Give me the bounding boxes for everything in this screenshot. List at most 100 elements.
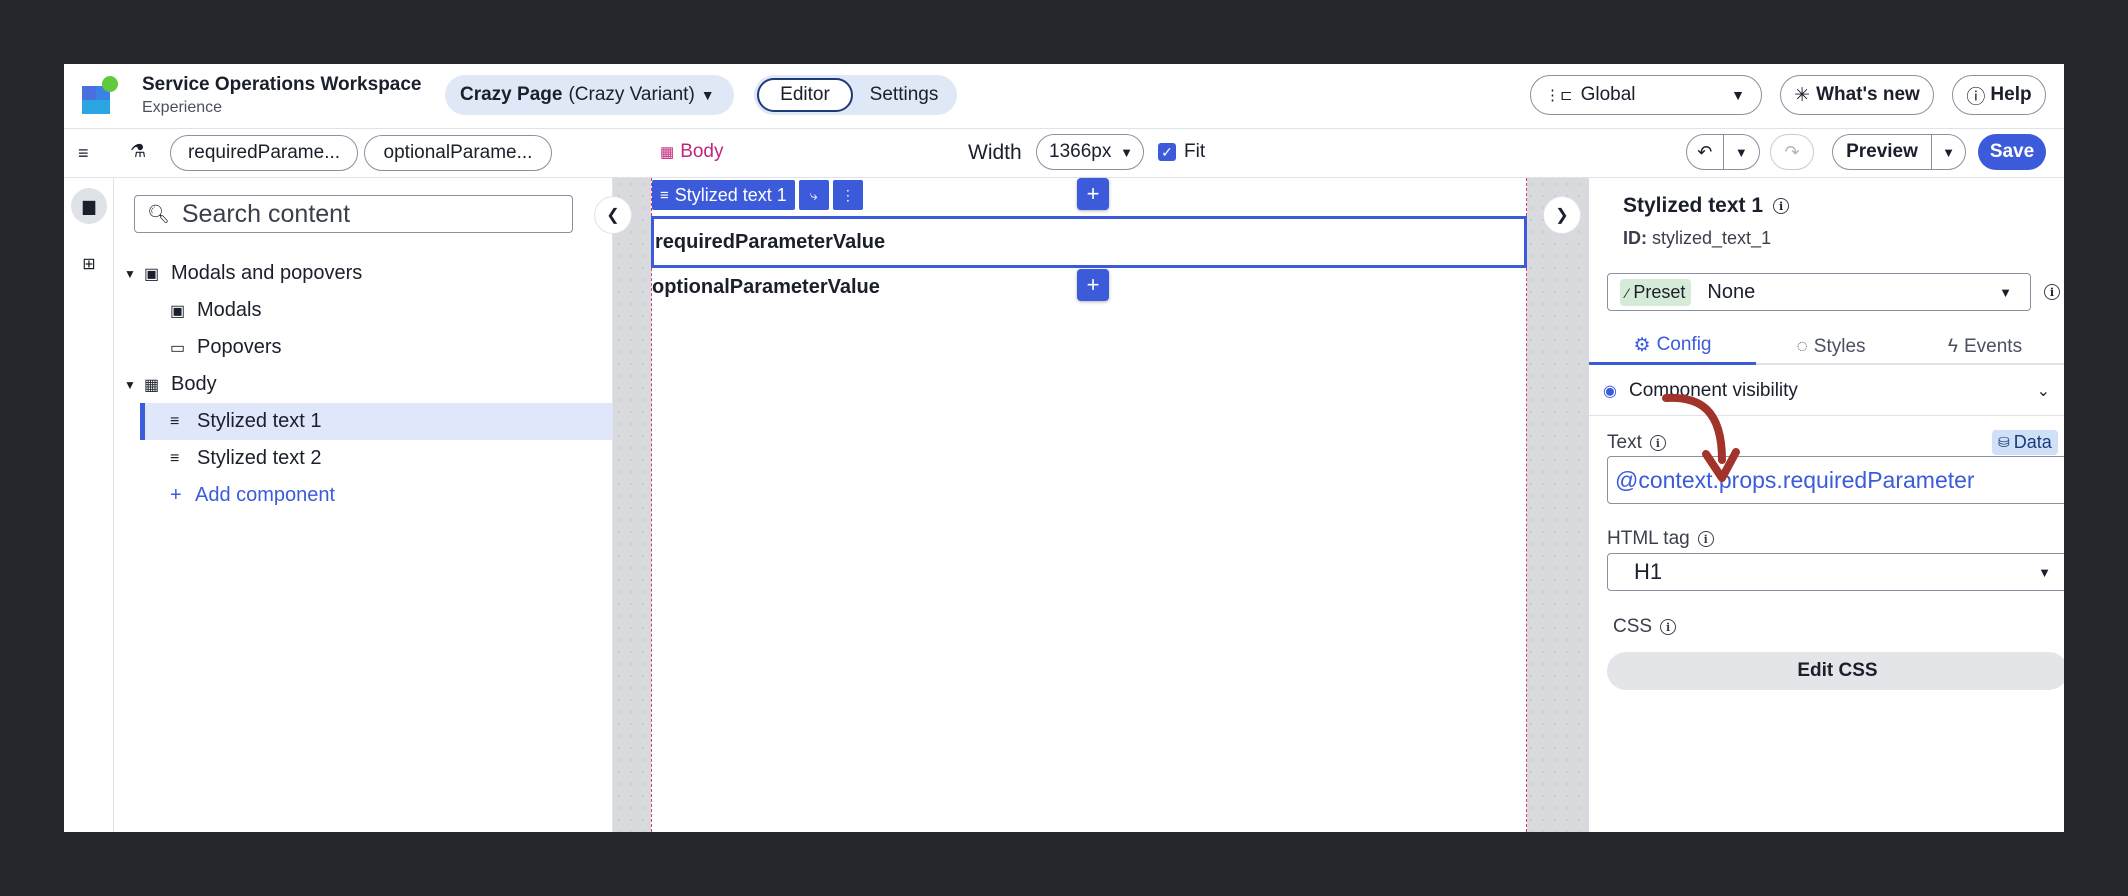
app-logo-icon — [82, 76, 118, 114]
add-above-plus-icon[interactable]: + — [1077, 178, 1109, 210]
add-below-plus-icon[interactable]: + — [1077, 269, 1109, 301]
search-icon: 🔍︎ — [147, 203, 170, 224]
page-selector[interactable]: Crazy Page (Crazy Variant) ▼ — [445, 75, 734, 115]
tab-styles[interactable]: ◌ Styles — [1756, 328, 1906, 365]
app-subtitle: Experience — [142, 99, 223, 116]
redo-icon[interactable]: ↷ — [1770, 134, 1814, 170]
collapse-right-panel-button[interactable]: ❯ — [1543, 196, 1581, 234]
mode-switch: Editor Settings — [754, 75, 957, 115]
palette-icon: ◌ — [1796, 335, 1808, 357]
select-parent-icon[interactable]: ⤷ — [798, 180, 829, 210]
tree-item-label: Modals — [197, 299, 262, 321]
tab-styles-label: Styles — [1813, 335, 1866, 357]
tree-item-modals-and-popovers[interactable]: ▼ ▣ Modals and popovers — [114, 255, 613, 292]
hamburger-menu-icon[interactable]: ≡ — [78, 143, 89, 164]
caret-down-icon: ▼ — [2038, 564, 2051, 580]
info-icon[interactable]: i — [1660, 619, 1677, 635]
chevron-right-icon: ❯ — [1555, 207, 1569, 224]
required-param-chip[interactable]: requiredParame... — [170, 135, 358, 171]
editor-toolbar: ≡ ⚗ requiredParame... optionalParame... … — [64, 129, 2064, 178]
selected-component-label: Stylized text 1 — [674, 184, 787, 205]
tree-item-popovers[interactable]: ▭ Popovers — [114, 329, 613, 366]
database-icon: ⛁ — [1998, 434, 2010, 450]
question-icon: ⓘ — [1966, 86, 1986, 108]
text-label: Text — [1607, 432, 1642, 453]
preview-button-group: Preview ▼ — [1832, 134, 1966, 170]
tree-item-stylized-text-1[interactable]: ≡ Stylized text 1 — [140, 403, 613, 440]
annotation-arrow-icon — [1662, 393, 1740, 482]
breadcrumb[interactable]: ▦ Body — [660, 141, 724, 163]
edit-css-button[interactable]: Edit CSS — [1607, 652, 2064, 690]
caret-down-icon: ▼ — [1731, 87, 1745, 103]
more-options-icon[interactable]: ⋮ — [832, 180, 863, 210]
info-icon[interactable]: i — [1773, 198, 1790, 214]
tab-config[interactable]: ⚙ Config — [1589, 328, 1756, 365]
undo-icon[interactable]: ↶ — [1687, 135, 1723, 169]
tree-item-label: Stylized text 1 — [197, 410, 322, 432]
data-binding-button[interactable]: ⛁ Data — [1992, 430, 2058, 455]
width-value: 1366px — [1049, 141, 1112, 162]
search-input[interactable]: 🔍︎ Search content — [134, 195, 573, 233]
text-lines-icon: ≡ — [660, 186, 669, 204]
preset-info-icon[interactable]: i — [2044, 284, 2060, 300]
undo-history-caret-icon[interactable]: ▼ — [1722, 135, 1760, 169]
text-lines-icon: ≡ — [170, 412, 180, 430]
optional-param-chip[interactable]: optionalParame... — [364, 135, 552, 171]
modal-icon: ▣ — [144, 265, 160, 283]
content-tree-icon[interactable]: ▆ — [71, 188, 107, 224]
preset-value: None — [1707, 280, 1756, 303]
tree-item-stylized-text-2[interactable]: ≡ Stylized text 2 — [114, 440, 613, 477]
help-button[interactable]: ⓘ Help — [1952, 75, 2046, 115]
config-title: Stylized text 1 i — [1623, 194, 1790, 218]
info-icon[interactable]: i — [1697, 531, 1714, 547]
preview-options-caret-icon[interactable]: ▼ — [1931, 135, 1965, 169]
popover-icon: ▭ — [170, 339, 186, 357]
stylized-text-2-preview[interactable]: optionalParameterValue — [652, 276, 880, 299]
page-name: Crazy Page — [460, 84, 563, 105]
config-title-text: Stylized text 1 — [1623, 194, 1764, 217]
tab-events[interactable]: ϟ Events — [1906, 328, 2064, 365]
app-title: Service Operations Workspace — [142, 74, 422, 95]
html-tag-select[interactable]: H1 ▼ — [1607, 553, 2064, 591]
hierarchy-icon: ⋮⊏ — [1545, 87, 1573, 104]
collapse-left-panel-button[interactable]: ❮ — [594, 196, 632, 234]
width-select[interactable]: 1366px ▼ — [1036, 134, 1144, 170]
tree-item-label: Stylized text 2 — [197, 447, 322, 469]
selected-component-tag[interactable]: ≡ Stylized text 1 — [652, 180, 795, 210]
tree-item-body[interactable]: ▼ ▦ Body — [114, 366, 613, 403]
whats-new-label: What's new — [1816, 84, 1920, 105]
chevron-down-icon: ⌄ — [2036, 382, 2050, 400]
tree-item-modals[interactable]: ▣ Modals — [114, 292, 613, 329]
sparkle-icon: ✳ — [1794, 84, 1811, 106]
search-placeholder: Search content — [181, 199, 351, 228]
add-component-button[interactable]: + Add component — [114, 477, 613, 514]
whats-new-button[interactable]: ✳ What's new — [1780, 75, 1934, 115]
eye-icon: ◉ — [1603, 382, 1617, 400]
tab-settings[interactable]: Settings — [854, 78, 954, 112]
tab-editor[interactable]: Editor — [757, 78, 853, 112]
save-button[interactable]: Save — [1978, 134, 2046, 170]
scope-select[interactable]: ⋮⊏ Global ▼ — [1530, 75, 1762, 115]
fit-checkbox[interactable]: ✓ — [1158, 143, 1176, 161]
preset-select[interactable]: ⁄ Preset None ▼ — [1607, 273, 2031, 311]
editor-canvas: ≡ Stylized text 1 ⤷ ⋮ + requiredParamete… — [613, 178, 1589, 832]
app-window: Service Operations Workspace Experience … — [64, 64, 2064, 832]
gear-icon: ⚙ — [1633, 334, 1651, 356]
expanded-triangle-icon[interactable]: ▼ — [124, 378, 136, 392]
tree-item-label: Body — [171, 373, 217, 395]
scope-value: Global — [1580, 84, 1636, 105]
html-tag-label: HTML tag — [1607, 528, 1690, 549]
expanded-triangle-icon[interactable]: ▼ — [124, 267, 136, 281]
preview-button[interactable]: Preview — [1833, 135, 1931, 169]
selection-toolbar: ≡ Stylized text 1 ⤷ ⋮ — [652, 180, 863, 210]
fit-label: Fit — [1184, 141, 1206, 162]
top-header: Service Operations Workspace Experience … — [64, 64, 2064, 129]
stylized-text-1-preview[interactable]: requiredParameterValue — [651, 216, 1527, 268]
width-label: Width — [968, 141, 1022, 164]
layout-icon: ▦ — [144, 376, 160, 394]
tab-config-label: Config — [1656, 334, 1712, 355]
flask-icon[interactable]: ⚗ — [130, 141, 146, 162]
css-field-label: CSS i — [1613, 616, 1677, 638]
components-icon[interactable]: ⊞ — [71, 246, 107, 282]
preset-badge-label: Preset — [1633, 281, 1686, 302]
